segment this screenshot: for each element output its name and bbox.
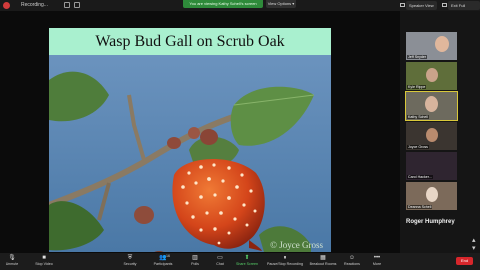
reactions-button[interactable]: ☺ Reactions [341, 253, 363, 270]
participant-name: Kathy Schell [407, 115, 429, 119]
participant-name: Jeff Snyder [407, 55, 428, 59]
photo-credit: © Joyce Gross [270, 240, 323, 250]
microphone-off-icon: 🎙 [8, 255, 16, 261]
share-screen-button[interactable]: ⬆ Share Screen [234, 253, 260, 270]
slide-title: Wasp Bud Gall on Scrub Oak [49, 28, 331, 55]
chat-bubble-icon: ▭ [217, 255, 223, 261]
participant-tile[interactable]: Joyce Gross [406, 122, 457, 150]
participant-tile[interactable]: Carol Hacker... [406, 152, 457, 180]
shield-icon: ⛨ [127, 255, 133, 261]
record-icon: ⏸ [283, 255, 287, 261]
breakout-rooms-button[interactable]: ▦ Breakout Rooms [308, 253, 338, 270]
participant-tile[interactable]: Kyle Rippe [406, 62, 457, 90]
more-button[interactable]: ••• More [370, 253, 384, 270]
participants-count-badge: 16 [166, 254, 170, 258]
recording-icon [3, 2, 10, 9]
exit-fullscreen-icon [442, 3, 447, 7]
speaker-view-icon [400, 3, 405, 7]
presentation-slide: Wasp Bud Gall on Scrub Oak © Joyce Gross [49, 28, 331, 252]
stop-video-button[interactable]: ■ Stop Video [33, 253, 55, 270]
participant-name: Joyce Gross [407, 145, 429, 149]
bar-chart-icon: ▥ [192, 255, 198, 261]
breakout-rooms-icon: ▦ [320, 255, 326, 261]
top-bar: Recording... You are viewing Kathy Schel… [0, 0, 480, 17]
speaker-view-button[interactable]: Speaker View [406, 1, 437, 10]
view-options-button[interactable]: View Options ▾ [266, 0, 296, 8]
ellipsis-icon: ••• [373, 255, 381, 261]
pause-recording-icon[interactable] [64, 2, 70, 8]
avatar [426, 68, 438, 82]
meeting-toolbar: 🎙 Unmute ■ Stop Video ⛨ Security 👥 Parti… [0, 253, 480, 270]
participant-gallery: Jeff Snyder Kyle Rippe Kathy Schell Joyc… [400, 11, 480, 253]
participant-tile[interactable]: Deanna Schell [406, 182, 457, 210]
video-camera-icon: ■ [42, 255, 46, 261]
shared-screen: Wasp Bud Gall on Scrub Oak © Joyce Gross [0, 11, 400, 253]
participant-tile[interactable]: Jeff Snyder [406, 32, 457, 60]
polls-button[interactable]: ▥ Polls [188, 253, 202, 270]
chat-button[interactable]: ▭ Chat [213, 253, 227, 270]
exit-fullscreen-button[interactable]: Exit Full Screen [448, 1, 480, 17]
zoom-window: Recording... You are viewing Kathy Schel… [0, 0, 480, 270]
gallery-down-arrow-icon[interactable]: ▾ [472, 244, 475, 252]
gallery-up-arrow-icon[interactable]: ▴ [472, 236, 475, 244]
end-meeting-button[interactable]: End [456, 257, 473, 265]
participant-name: Deanna Schell [407, 205, 433, 209]
participant-name-only[interactable]: Roger Humphrey [406, 219, 476, 225]
stop-recording-icon[interactable] [74, 2, 80, 8]
avatar [425, 96, 438, 112]
participant-name: Kyle Rippe [407, 85, 427, 89]
security-button[interactable]: ⛨ Security [121, 253, 139, 270]
smiley-icon: ☺ [348, 255, 356, 261]
pause-stop-recording-button[interactable]: ⏸ Pause/Stop Recording [263, 253, 307, 270]
participant-name: Carol Hacker... [407, 175, 433, 179]
gall-photo [49, 55, 331, 252]
recording-label: Recording... [21, 2, 48, 8]
participant-tile-active-speaker[interactable]: Kathy Schell [405, 91, 458, 121]
avatar [426, 128, 438, 142]
avatar [426, 187, 438, 202]
share-screen-icon: ⬆ [244, 255, 250, 261]
avatar [435, 36, 449, 52]
share-banner: You are viewing Kathy Schell's screen [183, 0, 263, 8]
unmute-button[interactable]: 🎙 Unmute [3, 253, 21, 270]
